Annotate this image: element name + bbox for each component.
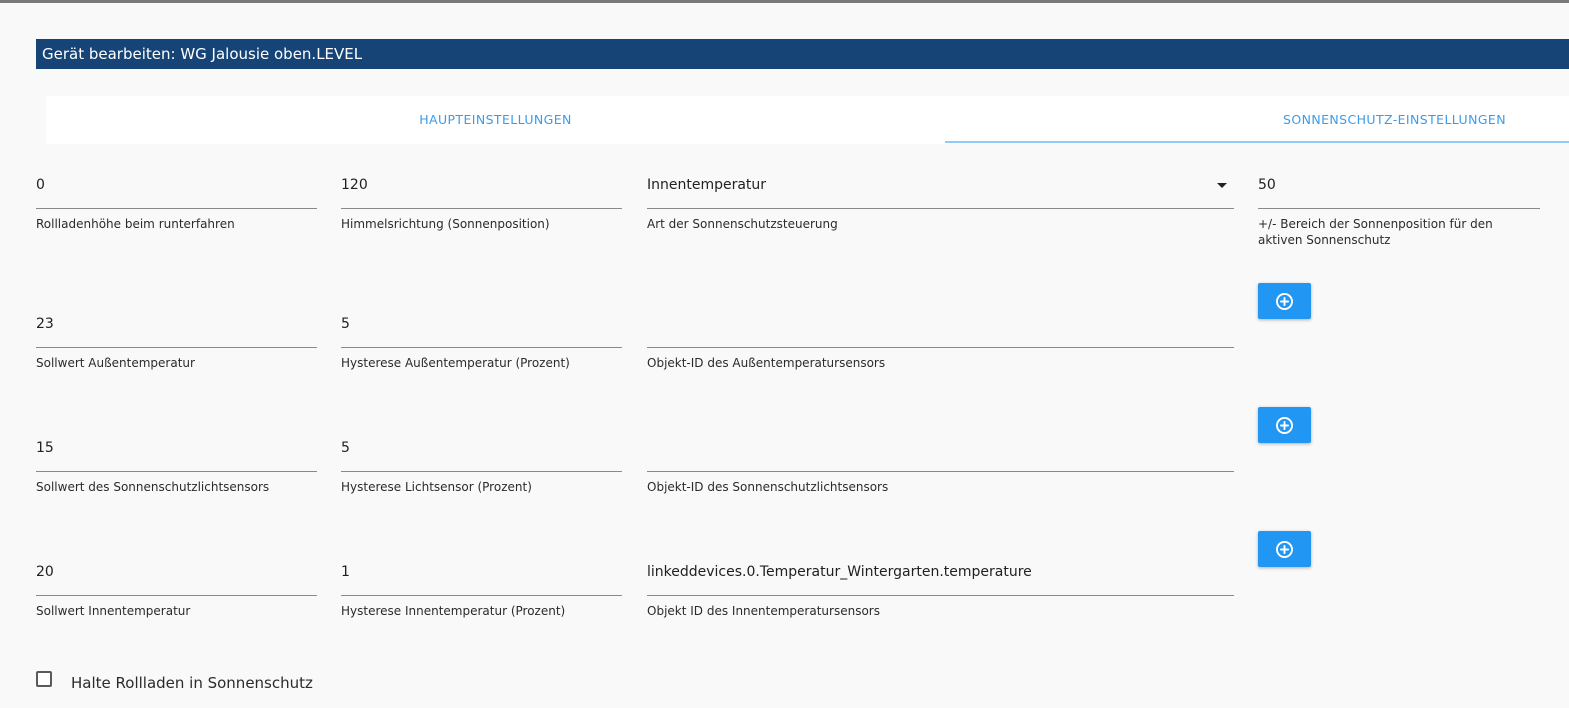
- input-underline: [341, 347, 622, 348]
- input-underline: [1258, 208, 1540, 209]
- light-setpoint-input[interactable]: 15: [36, 431, 54, 465]
- sun-range-label: +/- Bereich der Sonnenposition für den a…: [1258, 217, 1493, 247]
- sun-direction-label: Himmelsrichtung (Sonnenposition): [341, 217, 550, 231]
- caret-down-icon[interactable]: [1217, 183, 1227, 188]
- sun-range-input[interactable]: 50: [1258, 168, 1276, 202]
- select-inside-temp-sensor-button[interactable]: [1258, 531, 1311, 567]
- inside-temp-hysteresis-label: Hysterese Innentemperatur (Prozent): [341, 604, 566, 618]
- outside-temp-setpoint-input[interactable]: 23: [36, 307, 54, 341]
- input-underline: [341, 595, 622, 596]
- input-underline: [341, 208, 622, 209]
- active-tab-indicator: [945, 141, 1569, 143]
- keep-in-sun-protection-label[interactable]: Halte Rollladen in Sonnenschutz: [71, 672, 313, 694]
- input-underline: [36, 347, 317, 348]
- sun-mode-selected-value[interactable]: Innentemperatur: [647, 168, 766, 202]
- outside-temp-hysteresis-input[interactable]: 5: [341, 307, 350, 341]
- outside-temp-setpoint-label: Sollwert Außentemperatur: [36, 356, 195, 370]
- light-hysteresis-label: Hysterese Lichtsensor (Prozent): [341, 480, 532, 494]
- input-underline: [341, 471, 622, 472]
- add-circle-icon: [1276, 541, 1293, 558]
- keep-in-sun-protection-checkbox[interactable]: [36, 671, 52, 687]
- shutter-height-input[interactable]: 0: [36, 168, 45, 202]
- add-circle-icon: [1276, 293, 1293, 310]
- input-underline: [647, 208, 1234, 209]
- input-underline: [647, 595, 1234, 596]
- light-hysteresis-input[interactable]: 5: [341, 431, 350, 465]
- tab-bar: HAUPTEINSTELLUNGEN SONNENSCHUTZ-EINSTELL…: [46, 96, 1569, 144]
- outside-temp-hysteresis-label: Hysterese Außentemperatur (Prozent): [341, 356, 570, 370]
- inside-temp-setpoint-label: Sollwert Innentemperatur: [36, 604, 191, 618]
- select-outside-temp-sensor-button[interactable]: [1258, 283, 1311, 319]
- light-setpoint-label: Sollwert des Sonnenschutzlichtsensors: [36, 480, 270, 494]
- select-light-sensor-button[interactable]: [1258, 407, 1311, 443]
- inside-temp-sensor-input[interactable]: linkeddevices.0.Temperatur_Wintergarten.…: [647, 555, 1032, 589]
- inside-temp-hysteresis-input[interactable]: 1: [341, 555, 350, 589]
- inside-temp-setpoint-input[interactable]: 20: [36, 555, 54, 589]
- input-underline: [647, 471, 1234, 472]
- add-circle-icon: [1276, 417, 1293, 434]
- input-underline: [647, 347, 1234, 348]
- tab-main-settings[interactable]: HAUPTEINSTELLUNGEN: [46, 96, 945, 144]
- tab-sun-protection-settings[interactable]: SONNENSCHUTZ-EINSTELLUNGEN: [945, 96, 1569, 144]
- dialog-title: Gerät bearbeiten: WG Jalousie oben.LEVEL: [36, 39, 1569, 69]
- light-sensor-label: Objekt-ID des Sonnenschutzlichtsensors: [647, 480, 889, 494]
- inside-temp-sensor-label: Objekt ID des Innentemperatursensors: [647, 604, 880, 618]
- sun-mode-label: Art der Sonnenschutzsteuerung: [647, 217, 838, 231]
- input-underline: [36, 208, 317, 209]
- outside-temp-sensor-label: Objekt-ID des Außentemperatursensors: [647, 356, 886, 370]
- input-underline: [36, 471, 317, 472]
- top-border: [0, 0, 1569, 3]
- shutter-height-label: Rollladenhöhe beim runterfahren: [36, 217, 235, 231]
- sun-direction-input[interactable]: 120: [341, 168, 368, 202]
- input-underline: [36, 595, 317, 596]
